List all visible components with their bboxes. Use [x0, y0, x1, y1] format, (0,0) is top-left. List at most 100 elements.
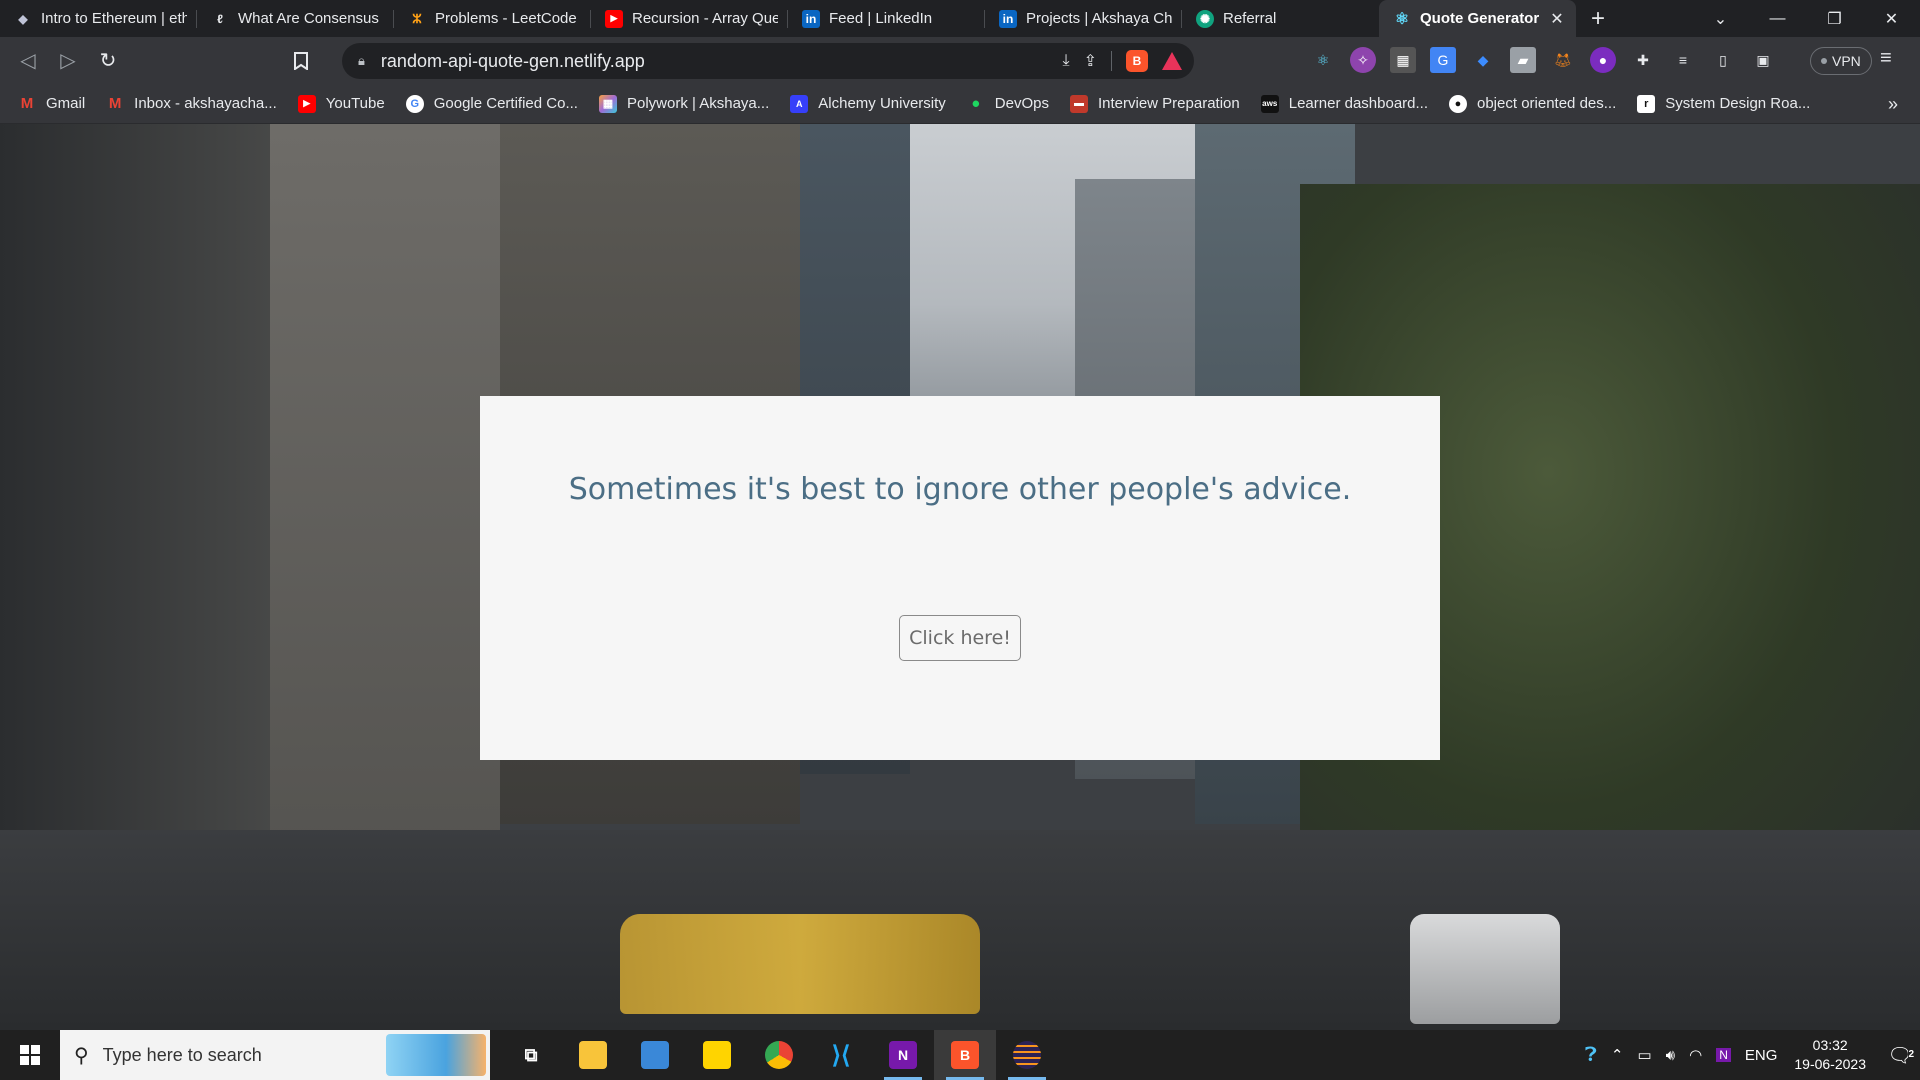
bookmarks-bar: M Gmail M Inbox - akshayacha... ▶ YouTub…	[0, 84, 1920, 124]
restore-icon[interactable]: ❐	[1806, 0, 1863, 37]
help-icon[interactable]: ❓︎	[1585, 1044, 1597, 1067]
bookmark-google-certified[interactable]: G Google Certified Co...	[405, 94, 578, 113]
task-view-button[interactable]: ⧉	[500, 1030, 562, 1080]
diamond-extension-icon[interactable]: ◆	[1470, 47, 1496, 73]
store-button[interactable]	[624, 1030, 686, 1080]
notification-center-icon[interactable]: 🗨︎ 2	[1880, 1043, 1920, 1068]
tab-referral[interactable]: ✺ Referral	[1182, 0, 1379, 37]
vpn-label: VPN	[1832, 53, 1861, 69]
share-icon[interactable]: ⇪	[1084, 51, 1097, 71]
reading-list-icon[interactable]: ≡	[1670, 47, 1696, 73]
volume-icon[interactable]: 🔊︎	[1666, 1047, 1675, 1064]
chrome-button[interactable]	[748, 1030, 810, 1080]
bookmark-label: object oriented des...	[1477, 95, 1617, 112]
bookmark-page-icon[interactable]	[286, 46, 316, 76]
file-explorer-button[interactable]	[562, 1030, 624, 1080]
bookmark-youtube[interactable]: ▶ YouTube	[297, 94, 385, 113]
more-bookmarks-icon[interactable]: »	[1888, 94, 1898, 115]
bookmark-system-design[interactable]: r System Design Roa...	[1637, 94, 1810, 113]
wifi-icon[interactable]: ◠	[1689, 1046, 1702, 1064]
brave-rewards-icon[interactable]	[1162, 52, 1182, 70]
minimize-icon[interactable]: —	[1749, 0, 1806, 37]
metamask-icon[interactable]: 🦊︎	[1550, 47, 1576, 73]
github-icon: ●	[1449, 94, 1467, 113]
clock-time: 03:32	[1812, 1037, 1848, 1053]
search-icon: ⚲	[74, 1044, 89, 1067]
battery-icon[interactable]: ▭	[1637, 1046, 1651, 1064]
close-window-icon[interactable]: ✕	[1863, 0, 1920, 37]
taskbar-search-box[interactable]: ⚲ Type here to search	[60, 1030, 490, 1080]
bookmark-devops[interactable]: ● DevOps	[967, 95, 1049, 113]
youtube-icon: ▶	[297, 94, 316, 113]
tab-search-chevron-icon[interactable]: ⌄	[1692, 0, 1749, 37]
close-tab-icon[interactable]: ✕	[1548, 9, 1566, 29]
tab-title: Recursion - Array Ques	[632, 10, 778, 27]
tab-ethereum[interactable]: ◆ Intro to Ethereum | eth	[0, 0, 197, 37]
brave-shields-icon[interactable]: B	[1126, 50, 1148, 72]
back-icon[interactable]: ◁	[8, 41, 48, 81]
sticky-notes-button[interactable]	[686, 1030, 748, 1080]
tab-linkedin-feed[interactable]: in Feed | LinkedIn	[788, 0, 985, 37]
puzzle-extensions-icon[interactable]: ✚	[1630, 47, 1656, 73]
chrome-icon	[765, 1041, 793, 1069]
tab-title: What Are Consensus M	[238, 10, 384, 27]
bookmark-label: Learner dashboard...	[1288, 95, 1428, 112]
bookmark-alchemy[interactable]: A Alchemy University	[790, 94, 946, 113]
tab-quote-generator[interactable]: ⚛ Quote Generator ✕	[1379, 0, 1576, 37]
aws-icon: aws	[1260, 94, 1279, 113]
openai-icon: ✺	[1196, 9, 1214, 28]
install-app-icon[interactable]: ⤓	[1063, 52, 1070, 70]
bookmark-label: Inbox - akshayacha...	[134, 95, 277, 112]
new-quote-button[interactable]: Click here!	[899, 615, 1021, 661]
reload-icon[interactable]: ↻	[88, 41, 128, 81]
omnibox-divider	[1111, 51, 1112, 71]
browser-menu-icon[interactable]: ≡	[1880, 47, 1892, 70]
lock-icon[interactable]: 🔒︎	[358, 53, 365, 69]
bookmark-label: YouTube	[325, 95, 385, 112]
bookmark-inbox[interactable]: M Inbox - akshayacha...	[106, 95, 277, 113]
bookmark-interview-prep[interactable]: ▬ Interview Preparation	[1069, 94, 1240, 113]
bookmark-label: Alchemy University	[818, 95, 946, 112]
windows-logo-icon	[20, 1045, 40, 1065]
bookmark-label: Interview Preparation	[1097, 95, 1240, 112]
clock[interactable]: 03:32 19-06-2023	[1794, 1036, 1866, 1074]
circle-extension-icon[interactable]: ●	[1590, 47, 1616, 73]
tab-leetcode[interactable]: ⵣ Problems - LeetCode	[394, 0, 591, 37]
colorzilla-icon[interactable]: ✧	[1350, 47, 1376, 73]
quote-text: Sometimes it's best to ignore other peop…	[568, 472, 1352, 507]
bookmark-object-oriented[interactable]: ● object oriented des...	[1449, 94, 1617, 113]
sidebar-toggle-icon[interactable]: ▯	[1710, 47, 1736, 73]
address-bar[interactable]: 🔒︎ random-api-quote-gen.netlify.app ⤓ ⇪ …	[342, 43, 1194, 79]
start-button[interactable]	[0, 1030, 60, 1080]
brave-icon: B	[951, 1041, 979, 1069]
eclipse-button[interactable]	[996, 1030, 1058, 1080]
sticky-notes-icon	[703, 1041, 731, 1069]
show-hidden-icons-chevron-icon[interactable]: ⌃	[1611, 1046, 1624, 1064]
onenote-tray-icon[interactable]: N	[1716, 1048, 1731, 1062]
extension-grey-icon[interactable]: ▦	[1390, 47, 1416, 73]
tab-consensus[interactable]: ℓ What Are Consensus M	[197, 0, 394, 37]
bookmark-gmail[interactable]: M Gmail	[18, 95, 85, 113]
react-icon: ⚛	[1394, 10, 1410, 28]
tab-recursion-youtube[interactable]: ▶ Recursion - Array Ques	[591, 0, 788, 37]
linkedin-icon: in	[999, 9, 1017, 28]
brave-button[interactable]: B	[934, 1030, 996, 1080]
onenote-button[interactable]: N	[872, 1030, 934, 1080]
language-indicator[interactable]: ENG	[1745, 1047, 1778, 1064]
gmail-icon: M	[20, 95, 34, 112]
forward-icon[interactable]: ▷	[48, 41, 88, 81]
google-translate-icon[interactable]: G	[1430, 47, 1456, 73]
vpn-button[interactable]: VPN	[1810, 47, 1872, 75]
new-tab-button[interactable]: +	[1576, 0, 1620, 37]
bookmark-label: Google Certified Co...	[433, 95, 578, 112]
tab-title: Quote Generator	[1420, 10, 1540, 27]
notes-extension-icon[interactable]: ▰	[1510, 47, 1536, 73]
laptop-app-icon	[641, 1041, 669, 1069]
bookmark-polywork[interactable]: ▦ Polywork | Akshaya...	[598, 94, 769, 113]
bookmark-learner-dashboard[interactable]: aws Learner dashboard...	[1260, 94, 1428, 113]
tab-linkedin-projects[interactable]: in Projects | Akshaya Char	[985, 0, 1182, 37]
react-devtools-icon[interactable]: ⚛	[1310, 47, 1336, 73]
vscode-button[interactable]: ⟩⟨	[810, 1030, 872, 1080]
wallet-icon[interactable]: ▣	[1750, 47, 1776, 73]
tab-title: Problems - LeetCode	[435, 10, 577, 27]
